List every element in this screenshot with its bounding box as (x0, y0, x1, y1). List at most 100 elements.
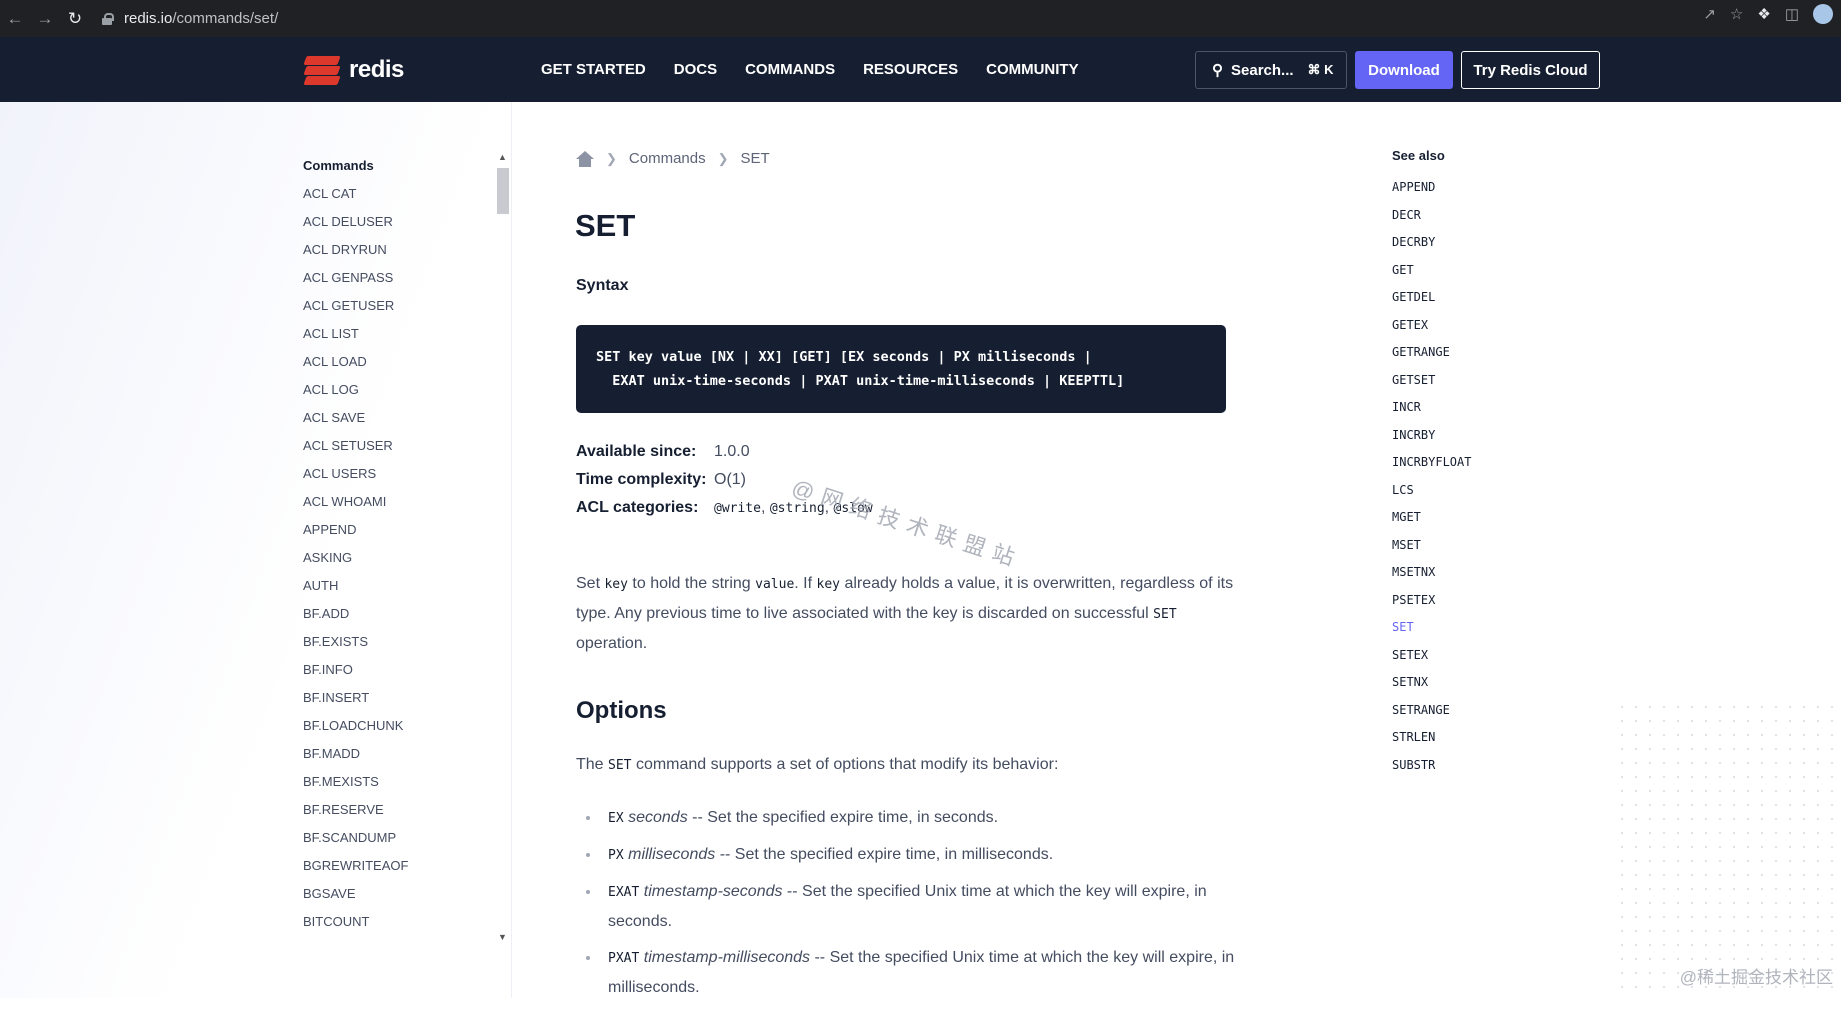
chevron-right-icon: ❯ (718, 151, 729, 167)
sidebar-command-link[interactable]: BGREWRITEAOF (303, 852, 493, 880)
scroll-up-arrow-icon[interactable]: ▲ (498, 152, 507, 162)
nav-community[interactable]: COMMUNITY (986, 61, 1079, 78)
site-header: redis GET STARTED DOCS COMMANDS RESOURCE… (0, 37, 1841, 102)
extensions-icon[interactable]: ❖ (1757, 5, 1770, 23)
see-also-link[interactable]: INCR (1392, 394, 1471, 422)
acl-category[interactable]: @write (714, 501, 761, 516)
available-since-label: Available since: (576, 438, 714, 466)
syntax-code-block: SET key value [NX | XX] [GET] [EX second… (576, 325, 1226, 413)
sidebar-command-link[interactable]: ASKING (303, 544, 493, 572)
sidebar-scrollbar[interactable]: ▲ ▼ (497, 152, 509, 942)
sidebar-command-link[interactable]: BF.RESERVE (303, 796, 493, 824)
sidebar-command-link[interactable]: APPEND (303, 516, 493, 544)
see-also-title: See also (1392, 148, 1471, 174)
sidebar-command-link[interactable]: ACL SAVE (303, 404, 493, 432)
see-also-link[interactable]: DECRBY (1392, 229, 1471, 257)
see-also-link[interactable]: GETRANGE (1392, 339, 1471, 367)
scroll-thumb[interactable] (497, 168, 509, 214)
sidebar-command-link[interactable]: ACL DRYRUN (303, 236, 493, 264)
reload-icon[interactable]: ↻ (60, 4, 90, 34)
sidebar-command-link[interactable]: ACL LIST (303, 320, 493, 348)
nav-get-started[interactable]: GET STARTED (541, 61, 646, 78)
decorative-dot-pattern (1615, 700, 1835, 990)
sidebar-command-link[interactable]: BF.INSERT (303, 684, 493, 712)
bookmark-star-icon[interactable]: ☆ (1730, 5, 1743, 23)
sidebar-command-link[interactable]: BF.INFO (303, 656, 493, 684)
sidebar-command-link[interactable]: ACL GENPASS (303, 264, 493, 292)
options-intro: The SET command supports a set of option… (576, 756, 1058, 774)
time-complexity-value: O(1) (714, 466, 746, 494)
forward-icon[interactable]: → (30, 4, 60, 34)
main-nav: GET STARTED DOCS COMMANDS RESOURCES COMM… (541, 37, 1079, 102)
sidebar-command-link[interactable]: BF.MEXISTS (303, 768, 493, 796)
syntax-heading: Syntax (576, 277, 628, 295)
sidebar-command-link[interactable]: ACL USERS (303, 460, 493, 488)
see-also-link[interactable]: SET (1392, 614, 1471, 642)
see-also-link[interactable]: GETEX (1392, 312, 1471, 340)
sidebar-command-link[interactable]: BF.LOADCHUNK (303, 712, 493, 740)
page-title: SET (575, 208, 635, 244)
sidebar-command-link[interactable]: BITCOUNT (303, 908, 493, 936)
back-icon[interactable]: ← (0, 4, 30, 34)
options-list: EX seconds -- Set the specified expire t… (586, 803, 1236, 1009)
sidebar-command-link[interactable]: ACL LOG (303, 376, 493, 404)
nav-resources[interactable]: RESOURCES (863, 61, 958, 78)
redis-logo[interactable]: redis (303, 54, 404, 86)
see-also-panel: See also APPENDDECRDECRBYGETGETDELGETEXG… (1392, 148, 1471, 779)
see-also-link[interactable]: STRLEN (1392, 724, 1471, 752)
browser-toolbar: ← → ↻ redis.io/commands/set/ ↗ ☆ ❖ ◫ (0, 0, 1841, 37)
breadcrumb: ❯ Commands ❯ SET (576, 150, 770, 167)
available-since-value: 1.0.0 (714, 438, 750, 466)
share-icon[interactable]: ↗ (1703, 5, 1716, 23)
sidebar-command-link[interactable]: ACL LOAD (303, 348, 493, 376)
redis-logo-icon (303, 54, 341, 86)
search-label: Search... (1231, 62, 1294, 79)
address-bar[interactable]: redis.io/commands/set/ (102, 10, 278, 27)
see-also-link[interactable]: PSETEX (1392, 587, 1471, 615)
side-panel-icon[interactable]: ◫ (1785, 5, 1799, 23)
see-also-link[interactable]: INCRBYFLOAT (1392, 449, 1471, 477)
sidebar-command-link[interactable]: BF.SCANDUMP (303, 824, 493, 852)
see-also-link[interactable]: SUBSTR (1392, 752, 1471, 780)
sidebar-command-link[interactable]: ACL DELUSER (303, 208, 493, 236)
see-also-link[interactable]: GET (1392, 257, 1471, 285)
corner-watermark: @稀土掘金技术社区 (1680, 963, 1833, 988)
download-button[interactable]: Download (1355, 51, 1453, 89)
see-also-link[interactable]: LCS (1392, 477, 1471, 505)
see-also-link[interactable]: GETDEL (1392, 284, 1471, 312)
see-also-link[interactable]: SETNX (1392, 669, 1471, 697)
home-icon[interactable] (576, 151, 594, 167)
sidebar-command-link[interactable]: ACL SETUSER (303, 432, 493, 460)
search-shortcut: ⌘ K (1308, 62, 1334, 78)
search-button[interactable]: ⚲ Search... ⌘ K (1195, 51, 1347, 89)
url-path: /commands/set/ (172, 10, 278, 27)
inline-code: SET (1153, 607, 1176, 622)
sidebar-command-link[interactable]: BF.MADD (303, 740, 493, 768)
see-also-link[interactable]: MSETNX (1392, 559, 1471, 587)
sidebar-command-link[interactable]: BF.EXISTS (303, 628, 493, 656)
see-also-link[interactable]: MGET (1392, 504, 1471, 532)
nav-commands[interactable]: COMMANDS (745, 61, 835, 78)
see-also-link[interactable]: INCRBY (1392, 422, 1471, 450)
sidebar-command-link[interactable]: BF.ADD (303, 600, 493, 628)
try-redis-cloud-button[interactable]: Try Redis Cloud (1461, 51, 1600, 89)
scroll-down-arrow-icon[interactable]: ▼ (498, 932, 507, 942)
option-item: EX seconds -- Set the specified expire t… (586, 803, 1236, 833)
breadcrumb-commands[interactable]: Commands (629, 150, 706, 167)
sidebar-command-link[interactable]: ACL GETUSER (303, 292, 493, 320)
search-icon: ⚲ (1212, 61, 1223, 79)
see-also-link[interactable]: MSET (1392, 532, 1471, 560)
chevron-right-icon: ❯ (606, 151, 617, 167)
see-also-link[interactable]: GETSET (1392, 367, 1471, 395)
sidebar-command-link[interactable]: AUTH (303, 572, 493, 600)
sidebar-command-link[interactable]: ACL WHOAMI (303, 488, 493, 516)
see-also-link[interactable]: SETRANGE (1392, 697, 1471, 725)
sidebar-command-link[interactable]: BGSAVE (303, 880, 493, 908)
profile-avatar[interactable] (1813, 4, 1833, 24)
nav-docs[interactable]: DOCS (674, 61, 717, 78)
sidebar-command-link[interactable]: ACL CAT (303, 180, 493, 208)
see-also-link[interactable]: DECR (1392, 202, 1471, 230)
see-also-link[interactable]: APPEND (1392, 174, 1471, 202)
syntax-line-1: SET key value [NX | XX] [GET] [EX second… (596, 345, 1206, 369)
see-also-link[interactable]: SETEX (1392, 642, 1471, 670)
